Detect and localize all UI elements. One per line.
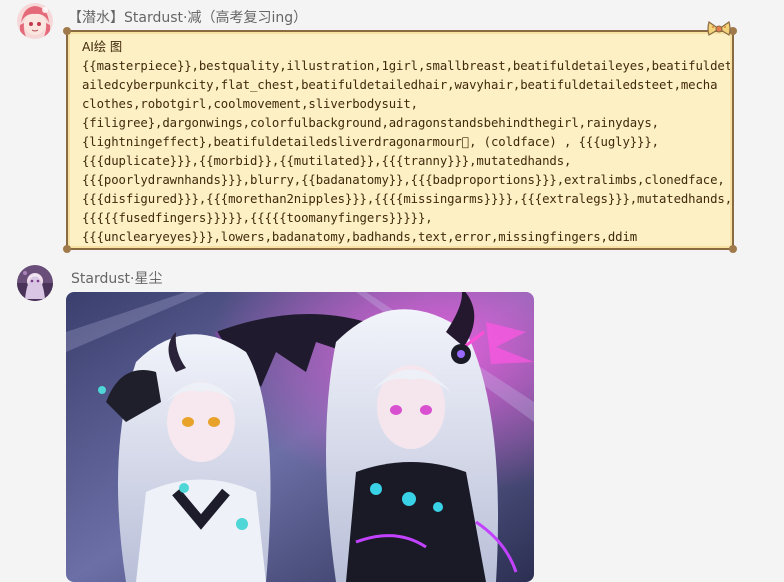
message-text: AI绘 图 {{masterpiece}},bestquality,illust…: [82, 38, 730, 247]
message-line: {{{{{fusedfingers}}}}},{{{{{toomanyfinge…: [82, 211, 433, 225]
sender-avatar[interactable]: [17, 265, 53, 301]
message-line: {{{unclearyeyes}}},lowers,badanatomy,bad…: [82, 230, 638, 244]
sender-name[interactable]: 【潜水】Stardust·减（高考复习ing）: [68, 7, 307, 27]
message-line: {{{duplicate}}},{{morbid}},{{mutilated}}…: [82, 154, 572, 168]
message-line: {{{poorlydrawnhands}}},blurry,{{badanato…: [82, 173, 725, 187]
message-line: ailedcyberpunkcity,flat_chest,beatifulde…: [82, 78, 718, 92]
sender-name[interactable]: Stardust·星尘: [71, 268, 162, 288]
message-line: AI绘 图: [82, 40, 123, 54]
bubble-corner-rivet: [63, 245, 71, 253]
attached-image[interactable]: [66, 292, 534, 582]
sender-avatar[interactable]: [17, 3, 53, 39]
message-bubble[interactable]: AI绘 图 {{masterpiece}},bestquality,illust…: [63, 27, 737, 253]
bubble-corner-rivet: [729, 245, 737, 253]
message-line: {filigree},dargonwings,colorfulbackgroun…: [82, 116, 659, 130]
bubble-bow-decoration-icon: [706, 18, 732, 40]
message-line: {{masterpiece}},bestquality,illustration…: [82, 59, 730, 73]
message-line: clothes,robotgirl,coolmovement,sliverbod…: [82, 97, 418, 111]
bubble-corner-rivet: [63, 27, 71, 35]
message-line: {lightningeffect},beatifuldetailedsliver…: [82, 135, 659, 149]
message-line: {{{disfigured}}},{{{morethan2nipples}}},…: [82, 192, 730, 206]
